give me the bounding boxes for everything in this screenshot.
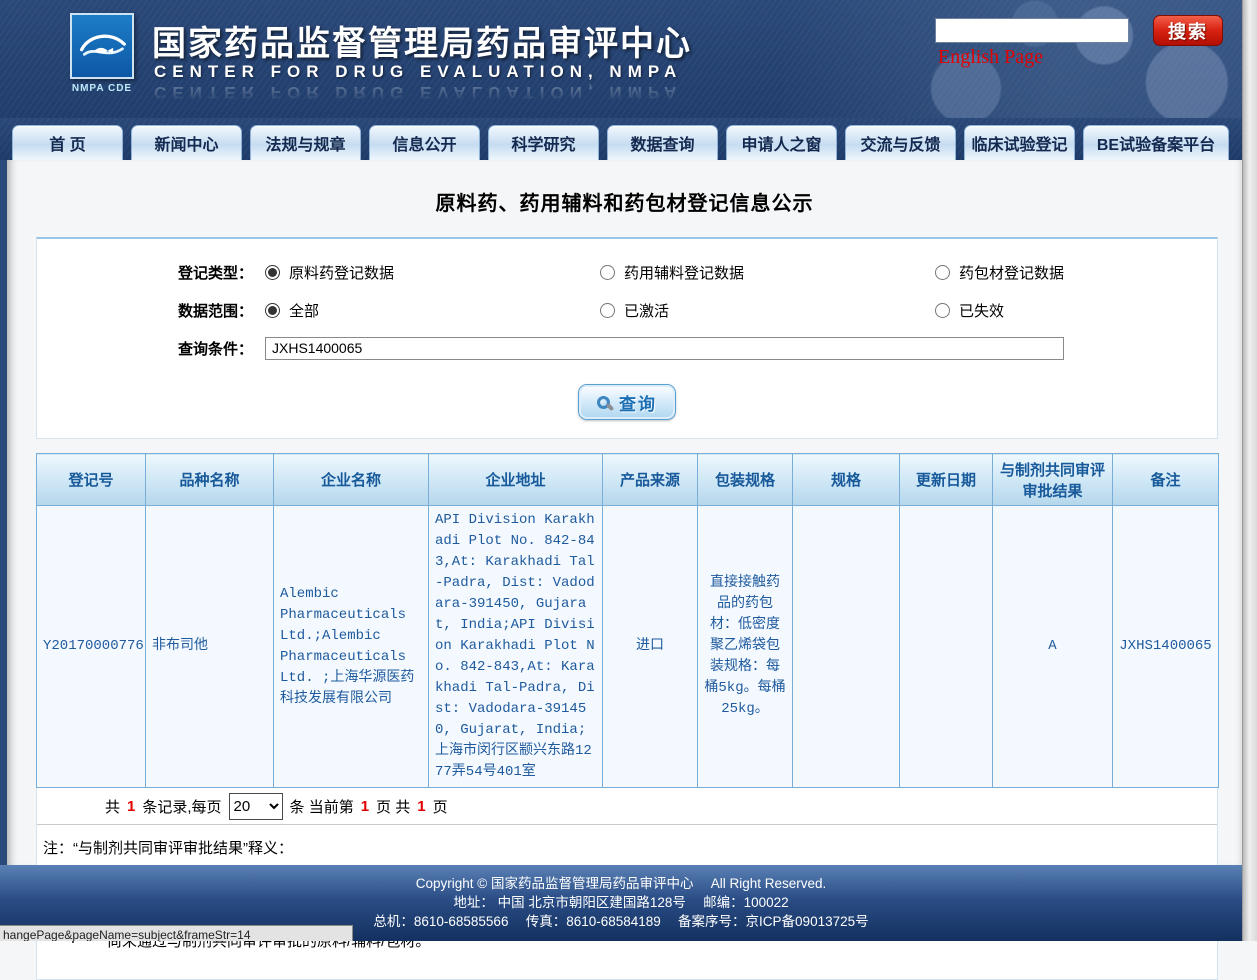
query-submit-button[interactable]: 查询 — [578, 384, 676, 420]
radio-label: 药包材登记数据 — [959, 262, 1064, 283]
col-header-review-result: 与制剂共同审评审批结果 — [993, 454, 1113, 506]
site-subtitle: CENTER FOR DRUG EVALUATION, NMPA — [154, 62, 682, 82]
nav-tab-info-disclosure[interactable]: 信息公开 — [369, 125, 480, 160]
cell-reg-no: Y20170000776 — [37, 506, 146, 788]
notes-title: 注：“与制剂共同审评审批结果”释义： — [43, 837, 1209, 858]
radio-option-packaging: 药包材登记数据 — [935, 262, 1217, 283]
radio-excipient[interactable] — [600, 265, 615, 280]
site-search-input[interactable] — [935, 18, 1129, 43]
results-table: 登记号 品种名称 企业名称 企业地址 产品来源 包装规格 规格 更新日期 与制剂… — [36, 453, 1219, 788]
radio-option-activated: 已激活 — [600, 300, 935, 321]
radio-raw-material[interactable] — [265, 265, 280, 280]
col-header-packaging: 包装规格 — [698, 454, 793, 506]
pagination-text: 页 — [433, 796, 448, 817]
query-condition-input[interactable] — [265, 337, 1064, 360]
nav-tab-be-platform[interactable]: BE试验备案平台 — [1083, 125, 1229, 160]
col-header-source: 产品来源 — [603, 454, 698, 506]
radio-label: 已激活 — [624, 300, 669, 321]
col-header-remark: 备注 — [1113, 454, 1219, 506]
radio-option-excipient: 药用辅料登记数据 — [600, 262, 935, 283]
pagination-bar: 共 1 条记录,每页 20 条 当前第 1 页 共 1 页 — [37, 788, 1217, 825]
pagination-text: 条 当前第 — [290, 796, 354, 817]
cde-logo-icon — [70, 13, 134, 79]
cell-review-result: A — [993, 506, 1113, 788]
total-records-count: 1 — [127, 798, 135, 815]
nav-tab-data-query[interactable]: 数据查询 — [607, 125, 718, 160]
cell-product: 非布司他 — [146, 506, 274, 788]
cell-source: 进口 — [603, 506, 698, 788]
radio-label: 原料药登记数据 — [289, 262, 394, 283]
radio-option-expired: 已失效 — [935, 300, 1217, 321]
form-row-type: 登记类型： 原料药登记数据 药用辅料登记数据 药包材登记数据 — [37, 253, 1217, 291]
query-form: 登记类型： 原料药登记数据 药用辅料登记数据 药包材登记数据 数据范围： 全部 — [36, 237, 1218, 439]
table-row: Y20170000776 非布司他 Alembic Pharmaceutical… — [37, 506, 1219, 788]
cell-spec — [793, 506, 900, 788]
pagination-text: 条记录,每页 — [142, 796, 221, 817]
col-header-company: 企业名称 — [274, 454, 429, 506]
cde-logo: NMPA CDE — [64, 13, 140, 94]
nav-tab-news[interactable]: 新闻中心 — [131, 125, 242, 160]
query-submit-label: 查询 — [619, 390, 657, 415]
site-search-button[interactable]: 搜索 — [1153, 15, 1223, 46]
cell-company: Alembic Pharmaceuticals Ltd.;Alembic Pha… — [274, 506, 429, 788]
pagination-text: 共 — [105, 796, 120, 817]
col-header-spec: 规格 — [793, 454, 900, 506]
radio-label: 全部 — [289, 300, 319, 321]
main-nav: 首 页 新闻中心 法规与规章 信息公开 科学研究 数据查询 申请人之窗 交流与反… — [0, 118, 1242, 160]
radio-option-all: 全部 — [265, 300, 600, 321]
english-page-link[interactable]: English Page — [938, 46, 1043, 69]
radio-all[interactable] — [265, 303, 280, 318]
radio-expired[interactable] — [935, 303, 950, 318]
cell-update-date — [900, 506, 993, 788]
radio-label: 药用辅料登记数据 — [624, 262, 744, 283]
site-title: 国家药品监督管理局药品审评中心 — [152, 16, 692, 65]
footer-copyright: Copyright © 国家药品监督管理局药品审评中心 All Right Re… — [0, 874, 1242, 893]
submit-wrap: 查询 — [37, 384, 1217, 420]
current-page-number: 1 — [361, 798, 369, 815]
nav-tab-applicant-window[interactable]: 申请人之窗 — [726, 125, 837, 160]
form-row-scope: 数据范围： 全部 已激活 已失效 — [37, 291, 1217, 329]
footer-address: 地址： 中国 北京市朝阳区建国路128号 邮编：100022 — [0, 893, 1242, 912]
radio-activated[interactable] — [600, 303, 615, 318]
page-size-select[interactable]: 20 — [229, 793, 283, 820]
nav-tab-regulations[interactable]: 法规与规章 — [250, 125, 361, 160]
nav-tab-research[interactable]: 科学研究 — [488, 125, 599, 160]
radio-option-raw-material: 原料药登记数据 — [265, 262, 600, 283]
logo-caption: NMPA CDE — [64, 83, 140, 94]
content-area: 原料药、药用辅料和药包材登记信息公示 登记类型： 原料药登记数据 药用辅料登记数… — [0, 160, 1242, 865]
site-banner: NMPA CDE 国家药品监督管理局药品审评中心 CENTER FOR DRUG… — [0, 0, 1242, 118]
nav-tab-home[interactable]: 首 页 — [12, 125, 123, 160]
scope-label: 数据范围： — [37, 300, 265, 321]
radio-packaging[interactable] — [935, 265, 950, 280]
pagination-text: 页 共 — [376, 796, 410, 817]
col-header-reg-no: 登记号 — [37, 454, 146, 506]
site-subtitle-reflection: CENTER FOR DRUG EVALUATION, NMPA — [154, 82, 682, 102]
col-header-update-date: 更新日期 — [900, 454, 993, 506]
col-header-product: 品种名称 — [146, 454, 274, 506]
cell-packaging: 直接接触药品的药包材：低密度聚乙烯袋包装规格：每桶5kg。每桶25kg。 — [698, 506, 793, 788]
cell-address: API Division Karakhadi Plot No. 842-843,… — [429, 506, 603, 788]
query-label: 查询条件： — [37, 338, 265, 359]
page-title: 原料药、药用辅料和药包材登记信息公示 — [7, 187, 1242, 216]
type-label: 登记类型： — [37, 262, 265, 283]
total-pages-number: 1 — [417, 798, 425, 815]
browser-scrollbar[interactable] — [1242, 0, 1257, 941]
nav-tab-feedback[interactable]: 交流与反馈 — [845, 125, 956, 160]
table-header-row: 登记号 品种名称 企业名称 企业地址 产品来源 包装规格 规格 更新日期 与制剂… — [37, 454, 1219, 506]
form-row-query: 查询条件： — [37, 329, 1217, 367]
radio-label: 已失效 — [959, 300, 1004, 321]
nav-tab-clinical-trial[interactable]: 临床试验登记 — [964, 125, 1075, 160]
cell-remark: JXHS1400065 — [1113, 506, 1219, 788]
browser-status-bar: hangePage&pageName=subject&frameStr=14 — [0, 925, 353, 941]
fish-swoosh-icon — [76, 26, 128, 66]
magnifier-icon — [597, 396, 610, 409]
col-header-address: 企业地址 — [429, 454, 603, 506]
